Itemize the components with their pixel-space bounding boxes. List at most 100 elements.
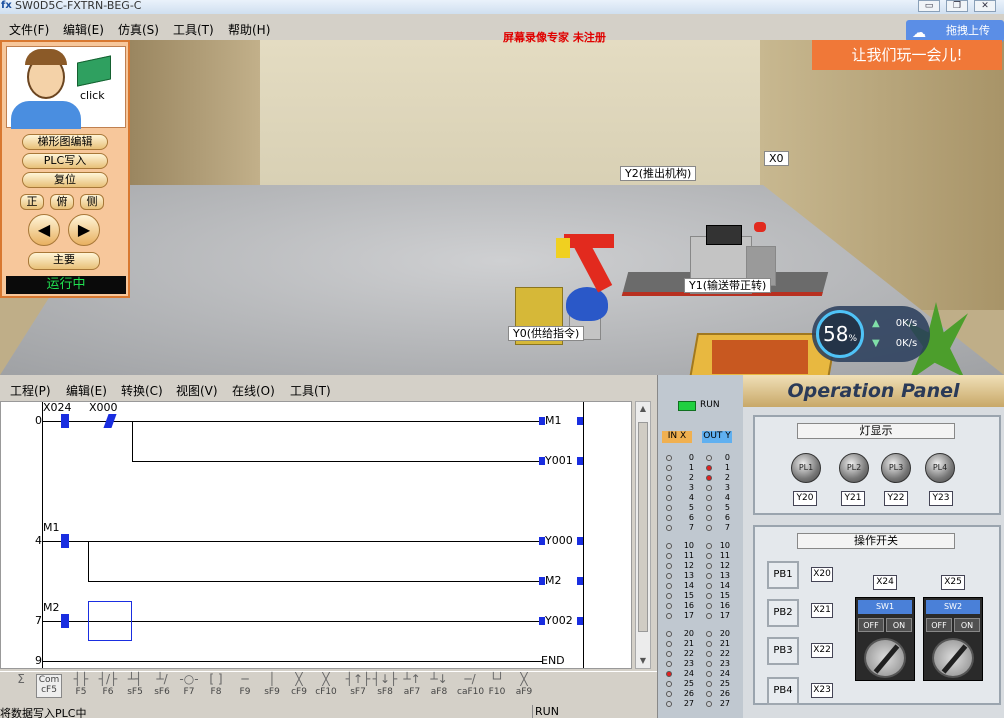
ladder-menu-tools[interactable]: 工具(T) xyxy=(290,382,331,399)
instruction-icon[interactable]: [ ] F8 xyxy=(203,673,229,698)
cursor-box[interactable] xyxy=(88,601,132,641)
comment-tool[interactable]: Com cF5 xyxy=(36,674,62,698)
invert-icon[interactable]: ─/caF10 xyxy=(457,673,484,698)
coil-label[interactable]: Y000 xyxy=(545,534,573,547)
step-number: 0 xyxy=(35,414,42,427)
hline-icon[interactable]: ─ F9 xyxy=(232,673,258,698)
ladder-menu-view[interactable]: 视图(V) xyxy=(176,382,218,399)
main-menu-button[interactable]: 主要 xyxy=(28,252,100,270)
book-icon[interactable] xyxy=(77,55,111,87)
input-led xyxy=(666,641,672,647)
tool-key: sF5 xyxy=(127,687,143,697)
ladder-menu-edit[interactable]: 编辑(E) xyxy=(66,382,107,399)
selector-switch-sw1[interactable]: SW1 OFF ON xyxy=(855,597,915,681)
selector-switch-sw2[interactable]: SW2 OFF ON xyxy=(923,597,983,681)
delete-vline-icon[interactable]: ╳ cF10 xyxy=(313,673,339,698)
coil-label[interactable]: Y002 xyxy=(545,614,573,627)
menu-simulate[interactable]: 仿真(S) xyxy=(118,21,159,38)
close-button[interactable]: ✕ xyxy=(974,0,996,12)
ladder-edit-button[interactable]: 梯形图编辑 xyxy=(22,134,108,150)
vline-icon[interactable]: │ sF9 xyxy=(259,673,285,698)
ladder-menu-online[interactable]: 在线(O) xyxy=(232,382,275,399)
input-number: 6 xyxy=(688,513,694,522)
line-delete-icon[interactable]: ╳ aF9 xyxy=(511,673,537,698)
rising-pulse-icon[interactable]: ┤↑├ sF7 xyxy=(345,673,371,698)
io-row: 24 24 xyxy=(664,669,740,679)
switch-off-label[interactable]: OFF xyxy=(926,618,952,632)
input-led xyxy=(666,603,672,609)
branch-line xyxy=(132,421,133,461)
maximize-button[interactable]: ❐ xyxy=(946,0,968,12)
contact-x024[interactable] xyxy=(61,414,69,428)
top-view-button[interactable]: 俯 xyxy=(50,194,74,210)
lamp-output-label: Y20 xyxy=(793,491,817,506)
coil-icon[interactable]: -○- F7 xyxy=(176,673,202,698)
coil-label[interactable]: M1 xyxy=(545,414,562,427)
nc-contact-icon[interactable]: ┤/├ F6 xyxy=(95,673,121,698)
reset-button[interactable]: 复位 xyxy=(22,172,108,188)
input-number: 11 xyxy=(683,551,694,560)
click-label[interactable]: click xyxy=(80,89,105,102)
rotate-left-button[interactable]: ◀ xyxy=(28,214,60,246)
upload-button[interactable]: ☁ 拖拽上传 xyxy=(906,20,1004,42)
io-row: 77 xyxy=(664,523,740,533)
plc-write-button[interactable]: PLC写入 xyxy=(22,153,108,169)
menu-edit[interactable]: 编辑(E) xyxy=(63,21,104,38)
output-led xyxy=(706,505,712,511)
menu-file[interactable]: 文件(F) xyxy=(9,21,49,38)
coil-label[interactable]: Y001 xyxy=(545,454,573,467)
input-number: 26 xyxy=(683,689,694,698)
push-button-pb4[interactable]: PB4 xyxy=(767,677,799,705)
output-number: 15 xyxy=(719,591,730,600)
lamp-pl3: PL3 xyxy=(881,453,911,483)
contact-label: X024 xyxy=(43,401,72,414)
scroll-thumb[interactable] xyxy=(638,422,648,632)
input-number: 27 xyxy=(683,699,694,708)
ladder-scrollbar[interactable]: ▲ ▼ xyxy=(635,401,651,669)
coil-label[interactable]: M2 xyxy=(545,574,562,587)
side-view-button[interactable]: 侧 xyxy=(80,194,104,210)
scroll-down-icon[interactable]: ▼ xyxy=(638,656,648,666)
parallel-nc-icon[interactable]: ┴/sF6 xyxy=(149,673,175,698)
switch-on-label[interactable]: ON xyxy=(886,618,912,632)
line-draw-icon[interactable]: └┘ F10 xyxy=(484,673,510,698)
output-number: 14 xyxy=(719,581,730,590)
rotary-knob-icon[interactable] xyxy=(864,638,906,678)
contact-m1[interactable] xyxy=(61,534,69,548)
parallel-falling-icon[interactable]: ┴↓ aF8 xyxy=(426,673,452,698)
output-number: 17 xyxy=(719,611,730,620)
switch-input-label: X25 xyxy=(941,575,965,590)
switch-off-label[interactable]: OFF xyxy=(858,618,884,632)
menu-help[interactable]: 帮助(H) xyxy=(228,21,270,38)
minimize-button[interactable]: ▭ xyxy=(918,0,940,12)
push-button-pb3[interactable]: PB3 xyxy=(767,637,799,665)
no-contact-icon[interactable]: ┤├ F5 xyxy=(68,673,94,698)
tool-key: cF5 xyxy=(41,685,57,695)
ladder-diagram[interactable]: 0 4 7 9 X024 X000 M1 Y001 M1 Y000 M2 M2 … xyxy=(0,401,632,669)
ladder-menu-project[interactable]: 工程(P) xyxy=(10,382,51,399)
switch-on-label[interactable]: ON xyxy=(954,618,980,632)
tool-key: cF9 xyxy=(291,687,307,697)
ladder-menu-convert[interactable]: 转换(C) xyxy=(121,382,163,399)
download-rate-value: 0K/s xyxy=(895,338,918,349)
rotary-knob-icon[interactable] xyxy=(932,638,974,678)
rotate-right-button[interactable]: ▶ xyxy=(68,214,100,246)
step-number: 7 xyxy=(35,614,42,627)
contact-m2[interactable] xyxy=(61,614,69,628)
input-number: 20 xyxy=(683,629,694,638)
rung-0-line xyxy=(43,421,543,422)
upload-rate-value: 0K/s xyxy=(895,318,918,329)
cursor-tool-icon[interactable]: Σ xyxy=(8,673,34,698)
promo-banner[interactable]: 让我们玩一会儿! xyxy=(812,40,1002,70)
scroll-up-icon[interactable]: ▲ xyxy=(638,404,648,414)
push-button-pb2[interactable]: PB2 xyxy=(767,599,799,627)
io-row: 22 22 xyxy=(664,649,740,659)
parallel-rising-icon[interactable]: ┴↑ aF7 xyxy=(399,673,425,698)
falling-pulse-icon[interactable]: ┤↓├ sF8 xyxy=(372,673,398,698)
label-y2: Y2(推出机构) xyxy=(620,166,697,181)
front-view-button[interactable]: 正 xyxy=(20,194,44,210)
delete-hline-icon[interactable]: ╳ cF9 xyxy=(286,673,312,698)
push-button-pb1[interactable]: PB1 xyxy=(767,561,799,589)
menu-tools[interactable]: 工具(T) xyxy=(173,21,214,38)
parallel-no-icon[interactable]: ┴┤ sF5 xyxy=(122,673,148,698)
